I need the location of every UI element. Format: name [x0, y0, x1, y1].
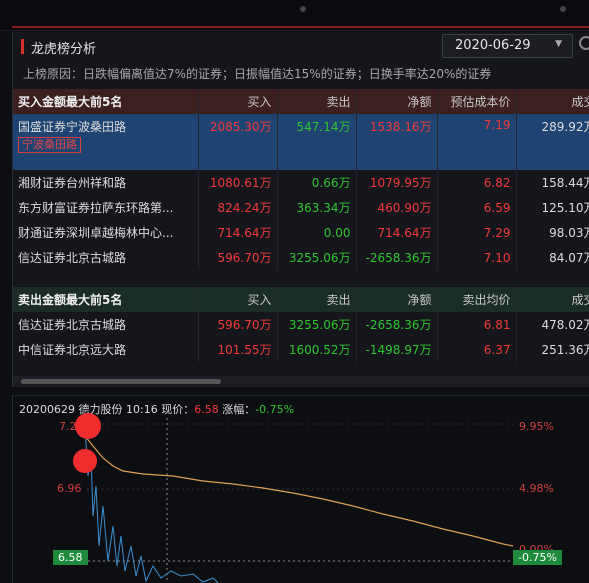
sell-amount: 363.34万 [277, 195, 357, 220]
dragon-tiger-panel: 龙虎榜分析 2020-06-29 ▼ 上榜原因：日跌幅偏离值达7%的证券；日振幅… [12, 32, 589, 387]
est-cost-price: 6.82 [437, 170, 517, 195]
buy-amount: 1080.61万 [198, 170, 278, 195]
column-header[interactable]: 预估成本价 [437, 89, 517, 114]
buy-amount: 596.70万 [198, 245, 278, 270]
volume: 125.10万股 [516, 195, 589, 220]
avg-price-line [84, 435, 514, 547]
listing-reason: 上榜原因：日跌幅偏离值达7%的证券；日振幅值达15%的证券；日换手率达20%的证… [23, 67, 492, 81]
date-selector[interactable]: 2020-06-29 ▼ [442, 34, 573, 58]
sell-table: 卖出金额最大前5名 买入 卖出 净额 卖出均价 成交数 信达证券北京古城路 59… [13, 287, 589, 362]
table-row[interactable]: 东方财富证券拉萨东环路第... 824.24万 363.34万 460.90万 … [13, 195, 589, 220]
net-amount: 460.90万 [356, 195, 438, 220]
pct-axis-label: 4.98% [519, 482, 554, 495]
column-header[interactable]: 买入 [198, 287, 278, 312]
price-line [84, 425, 219, 583]
table-row[interactable]: 中信证券北京远大路 101.55万 1600.52万 -1498.97万 6.3… [13, 337, 589, 362]
sell-amount: 3255.06万 [277, 245, 357, 270]
buy-marker [73, 449, 97, 473]
date-value: 2020-06-29 [455, 38, 531, 53]
column-header[interactable]: 买入 [198, 89, 278, 114]
net-amount: -2658.36万 [356, 245, 438, 270]
broker-name: 湘财证券台州祥和路 [13, 170, 199, 195]
column-header[interactable]: 净额 [356, 287, 438, 312]
table-row[interactable]: 财通证券深圳卓越梅林中心... 714.64万 0.00 714.64万 7.2… [13, 220, 589, 245]
title-accent [21, 39, 24, 54]
high-marker [75, 413, 101, 439]
y-axis-label: 6.96 [57, 482, 82, 495]
column-header[interactable]: 买入金额最大前5名 [13, 89, 199, 114]
chevron-down-icon: ▼ [555, 39, 562, 49]
est-cost-price: 7.29 [437, 220, 517, 245]
pct-badge: -0.75% [513, 550, 562, 565]
broker-name: 中信证券北京远大路 [13, 337, 199, 362]
sell-amount: 547.14万 [277, 114, 357, 170]
sell-amount: 1600.52万 [277, 337, 357, 362]
sell-amount: 0.66万 [277, 170, 357, 195]
avg-sell-price: 6.37 [437, 337, 517, 362]
broker-name: 国盛证券宁波桑田路 [18, 120, 127, 134]
column-header[interactable]: 成交数 [516, 287, 589, 312]
panel-header: 龙虎榜分析 2020-06-29 ▼ [13, 32, 589, 60]
settings-icon[interactable] [579, 36, 589, 50]
est-cost-price: 7.19 [437, 114, 517, 170]
y-axis-label: 7.2 [59, 420, 77, 433]
column-header[interactable]: 卖出均价 [437, 287, 517, 312]
buy-amount: 2085.30万 [198, 114, 278, 170]
horizontal-scrollbar[interactable] [13, 376, 589, 387]
broker-name: 信达证券北京古城路 [13, 245, 199, 270]
scrollbar-thumb[interactable] [21, 379, 221, 384]
volume: 289.92万股 [516, 114, 589, 170]
panel-title: 龙虎榜分析 [31, 42, 97, 57]
buy-amount: 824.24万 [198, 195, 278, 220]
sell-table-header: 卖出金额最大前5名 买入 卖出 净额 卖出均价 成交数 [13, 287, 589, 312]
broker-name: 信达证券北京古城路 [13, 312, 199, 337]
volume: 84.07万股 [516, 245, 589, 270]
est-cost-price: 6.59 [437, 195, 517, 220]
sell-amount: 3255.06万 [277, 312, 357, 337]
est-cost-price: 7.10 [437, 245, 517, 270]
volume: 98.03万股 [516, 220, 589, 245]
table-row[interactable]: 信达证券北京古城路 596.70万 3255.06万 -2658.36万 7.1… [13, 245, 589, 270]
buy-amount: 101.55万 [198, 337, 278, 362]
volume: 478.02万股 [516, 312, 589, 337]
column-header[interactable]: 卖出 [277, 287, 357, 312]
broker-tag[interactable]: 宁波桑田路 [18, 137, 81, 153]
sell-amount: 0.00 [277, 220, 357, 245]
pct-axis-label: 9.95% [519, 420, 554, 433]
dot-icon [560, 6, 566, 12]
volume: 158.44万股 [516, 170, 589, 195]
intraday-chart[interactable] [13, 396, 589, 583]
column-header[interactable]: 卖出金额最大前5名 [13, 287, 199, 312]
column-header[interactable]: 卖出 [277, 89, 357, 114]
volume: 251.36万股 [516, 337, 589, 362]
table-row[interactable]: 信达证券北京古城路 596.70万 3255.06万 -2658.36万 6.8… [13, 312, 589, 337]
broker-name: 财通证券深圳卓越梅林中心... [13, 220, 199, 245]
buy-amount: 714.64万 [198, 220, 278, 245]
dot-icon [300, 6, 306, 12]
table-row[interactable]: 国盛证券宁波桑田路 宁波桑田路 2085.30万 547.14万 1538.16… [13, 114, 589, 170]
net-amount: -1498.97万 [356, 337, 438, 362]
buy-table: 买入金额最大前5名 买入 卖出 净额 预估成本价 成交数 国盛证券宁波桑田路 宁… [13, 89, 589, 270]
column-header[interactable]: 净额 [356, 89, 438, 114]
intraday-chart-panel: 20200629 德力股份 10:16 现价：6.58 涨幅：-0.75% 7.… [12, 395, 589, 583]
top-strip [0, 0, 589, 31]
net-amount: 1538.16万 [356, 114, 438, 170]
net-amount: -2658.36万 [356, 312, 438, 337]
divider [12, 26, 589, 28]
broker-name: 东方财富证券拉萨东环路第... [13, 195, 199, 220]
net-amount: 714.64万 [356, 220, 438, 245]
broker-cell: 国盛证券宁波桑田路 宁波桑田路 [13, 114, 199, 170]
table-row[interactable]: 湘财证券台州祥和路 1080.61万 0.66万 1079.95万 6.82 1… [13, 170, 589, 195]
buy-table-header: 买入金额最大前5名 买入 卖出 净额 预估成本价 成交数 [13, 89, 589, 114]
net-amount: 1079.95万 [356, 170, 438, 195]
price-badge: 6.58 [53, 550, 88, 565]
avg-sell-price: 6.81 [437, 312, 517, 337]
column-header[interactable]: 成交数 [516, 89, 589, 114]
buy-amount: 596.70万 [198, 312, 278, 337]
